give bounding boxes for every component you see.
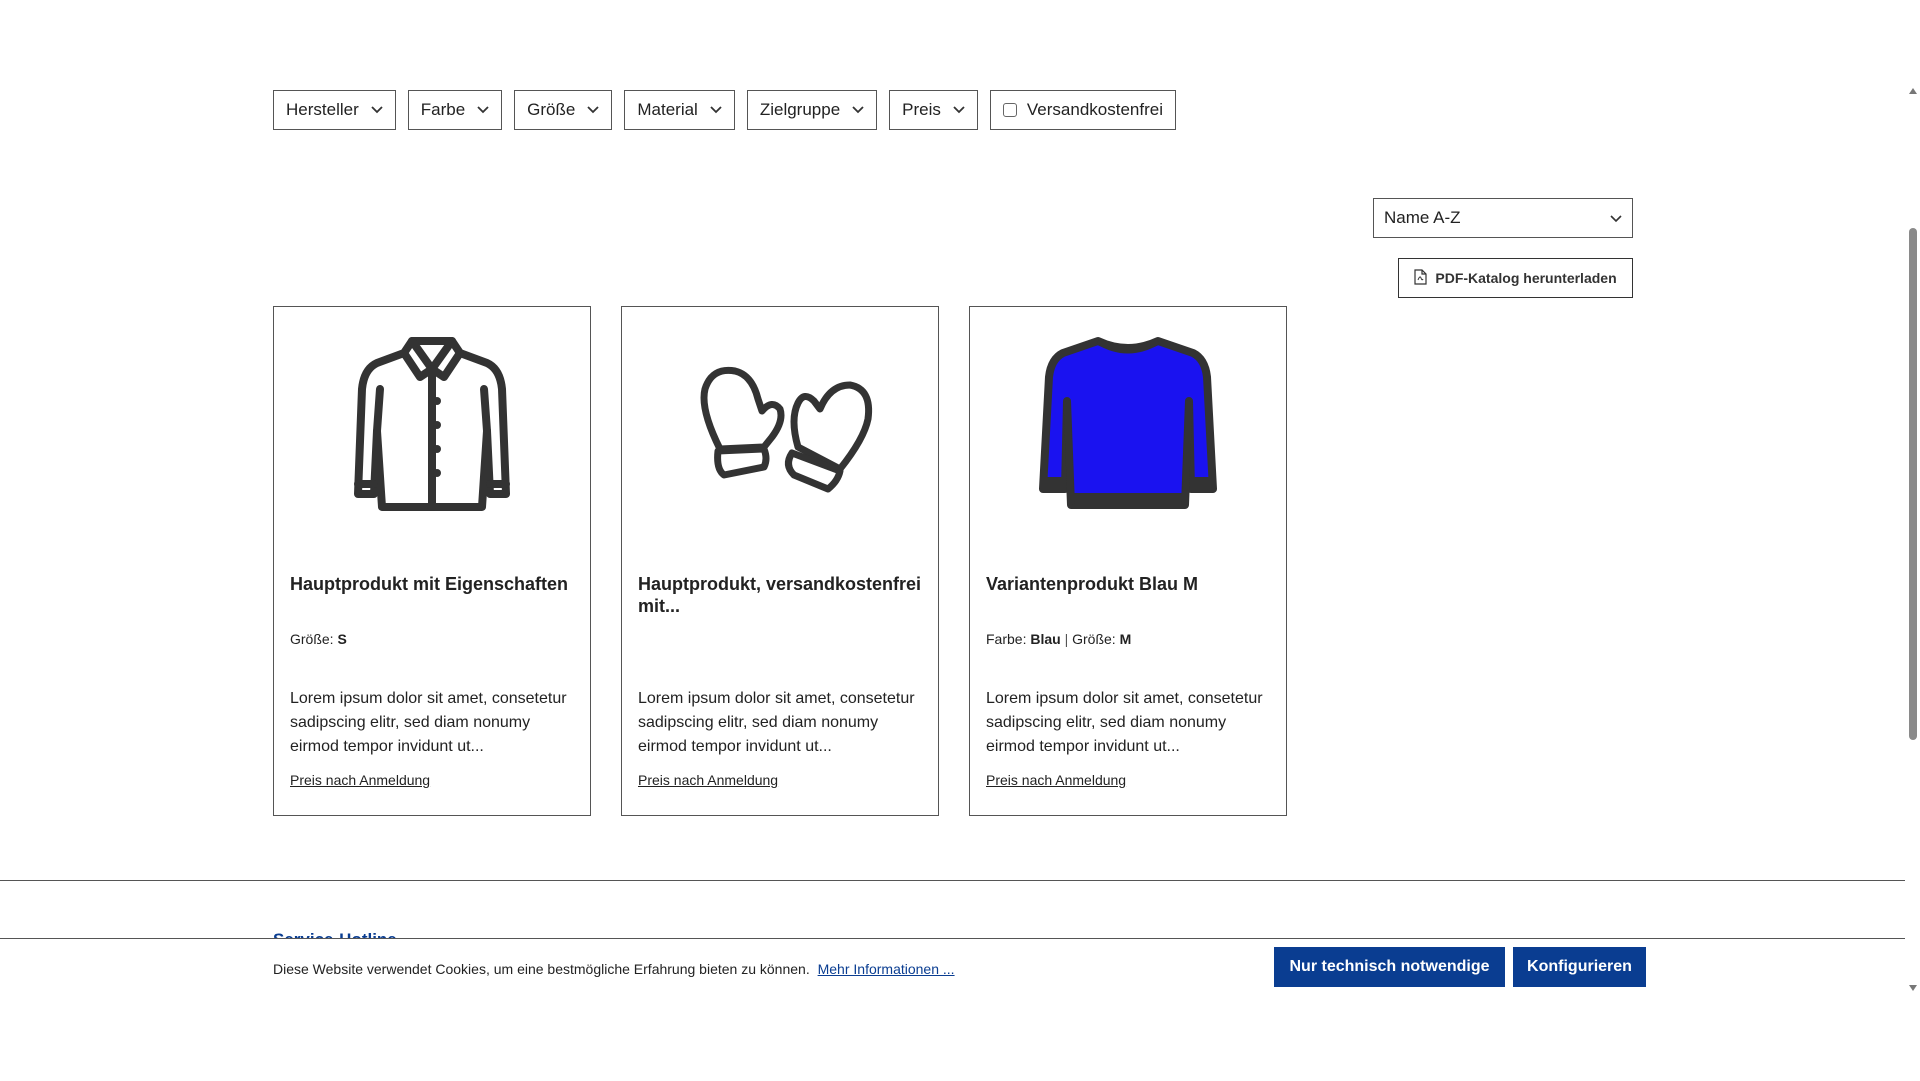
jacket-icon <box>354 337 510 511</box>
footer-divider <box>0 880 1905 881</box>
free-shipping-checkbox[interactable] <box>1002 103 1017 117</box>
scroll-up-icon[interactable] <box>1909 88 1917 94</box>
chevron-down-icon <box>587 106 599 114</box>
filter-hersteller[interactable]: Hersteller <box>273 90 396 130</box>
filter-label: Hersteller <box>286 100 359 119</box>
filter-material[interactable]: Material <box>624 90 735 130</box>
product-properties: Größe: S <box>290 631 347 647</box>
product-description: Lorem ipsum dolor sit amet, consetetur s… <box>638 690 915 755</box>
filter-preis[interactable]: Preis <box>889 90 978 130</box>
chevron-down-icon <box>852 106 864 114</box>
property-value: Blau <box>1030 631 1061 647</box>
chevron-down-icon <box>710 106 722 114</box>
mittens-icon <box>700 366 873 493</box>
filter-label: Material <box>637 100 698 119</box>
filter-versandkostenfrei[interactable]: Versandkostenfrei <box>989 90 1176 130</box>
filter-farbe[interactable]: Farbe <box>407 90 503 130</box>
property-name: Größe: <box>1072 631 1116 647</box>
product-card[interactable]: Hauptprodukt mit Eigenschaften Größe: S … <box>273 306 591 816</box>
product-description: Lorem ipsum dolor sit amet, consetetur s… <box>290 690 567 755</box>
pdf-file-icon <box>1414 268 1435 288</box>
filter-label: Größe <box>527 100 576 119</box>
pdf-catalog-label: PDF-Katalog herunterladen <box>1435 270 1617 286</box>
filter-label: Farbe <box>420 100 466 119</box>
filter-label: Zielgruppe <box>759 100 841 119</box>
product-image[interactable] <box>970 329 1286 519</box>
chevron-down-icon <box>1610 208 1622 228</box>
product-title[interactable]: Hauptprodukt mit Eigenschaften <box>290 573 574 595</box>
product-description: Lorem ipsum dolor sit amet, consetetur s… <box>986 690 1263 755</box>
filter-groesse[interactable]: Größe <box>514 90 613 130</box>
price-login-link[interactable]: Preis nach Anmeldung <box>986 772 1126 788</box>
product-properties: Farbe: Blau | Größe: M <box>986 631 1131 647</box>
sort-select[interactable]: Name A-Z <box>1373 198 1633 238</box>
chevron-down-icon <box>477 106 489 114</box>
product-card[interactable]: Variantenprodukt Blau M Farbe: Blau | Gr… <box>969 306 1287 816</box>
scrollbar[interactable] <box>1905 0 1920 1080</box>
scroll-down-icon[interactable] <box>1909 985 1917 991</box>
product-title[interactable]: Hauptprodukt, versandkostenfrei mit... <box>638 573 922 617</box>
cookie-bar: Diese Website verwendet Cookies, um eine… <box>0 938 1905 1081</box>
filter-bar: Hersteller Farbe Größe Material Zielgrup… <box>273 90 1176 130</box>
chevron-down-icon <box>371 106 383 114</box>
product-image[interactable] <box>622 329 938 519</box>
cookie-message: Diese Website verwendet Cookies, um eine… <box>273 961 955 977</box>
pdf-catalog-button[interactable]: PDF-Katalog herunterladen <box>1398 258 1633 298</box>
price-login-link[interactable]: Preis nach Anmeldung <box>290 772 430 788</box>
property-name: Farbe: <box>986 631 1027 647</box>
sort-selected-value: Name A-Z <box>1384 208 1461 227</box>
cookie-technical-button[interactable]: Nur technisch notwendige <box>1274 947 1505 987</box>
filter-zielgruppe[interactable]: Zielgruppe <box>746 90 878 130</box>
product-card[interactable]: Hauptprodukt, versandkostenfrei mit... L… <box>621 306 939 816</box>
cookie-configure-button[interactable]: Konfigurieren <box>1513 947 1646 987</box>
cookie-more-info-link[interactable]: Mehr Informationen ... <box>818 961 955 977</box>
filter-label: Preis <box>902 100 941 119</box>
price-login-link[interactable]: Preis nach Anmeldung <box>638 772 778 788</box>
scroll-thumb[interactable] <box>1909 228 1917 740</box>
chevron-down-icon <box>953 106 965 114</box>
property-name: Größe: <box>290 631 334 647</box>
filter-label: Versandkostenfrei <box>1026 100 1163 119</box>
sweater-icon <box>1039 337 1217 509</box>
product-title[interactable]: Variantenprodukt Blau M <box>986 573 1270 595</box>
property-value: S <box>337 631 347 647</box>
property-separator: | <box>1064 631 1069 647</box>
cookie-text: Diese Website verwendet Cookies, um eine… <box>273 961 810 977</box>
property-value: M <box>1119 631 1132 647</box>
product-image[interactable] <box>274 329 590 519</box>
